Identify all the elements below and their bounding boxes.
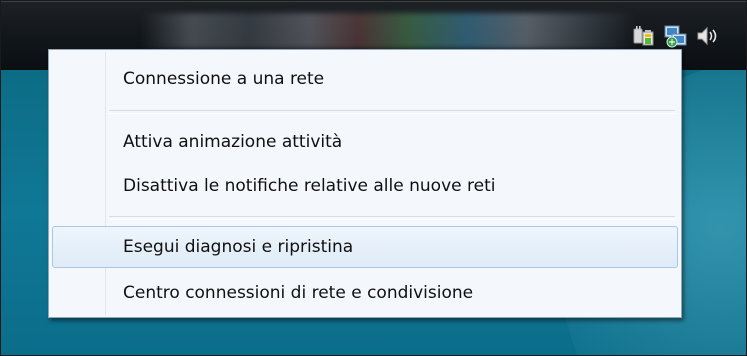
network-context-menu: Connessione a una rete Attiva animazione… bbox=[48, 49, 682, 318]
taskbar-blurred-programs bbox=[141, 13, 636, 49]
menu-item-label: Esegui diagnosi e ripristina bbox=[123, 237, 354, 257]
system-tray bbox=[631, 21, 721, 51]
screenshot-frame: Connessione a una rete Attiva animazione… bbox=[0, 0, 747, 356]
menu-item-network-sharing-center[interactable]: Centro connessioni di rete e condivision… bbox=[52, 276, 678, 310]
power-plug-icon[interactable] bbox=[631, 23, 657, 49]
volume-icon[interactable] bbox=[695, 23, 721, 49]
menu-item-connect-to-network[interactable]: Connessione a una rete bbox=[52, 62, 678, 96]
menu-separator bbox=[109, 216, 675, 220]
menu-item-disable-new-network-notifications[interactable]: Disattiva le notifiche relative alle nuo… bbox=[52, 169, 678, 203]
menu-item-label: Attiva animazione attività bbox=[123, 132, 343, 152]
menu-item-diagnose-and-repair[interactable]: Esegui diagnosi e ripristina bbox=[52, 226, 678, 268]
menu-item-label: Connessione a una rete bbox=[123, 69, 325, 89]
menu-separator bbox=[109, 110, 675, 114]
menu-item-enable-activity-animation[interactable]: Attiva animazione attività bbox=[52, 125, 678, 159]
menu-item-label: Centro connessioni di rete e condivision… bbox=[123, 283, 474, 303]
network-icon[interactable] bbox=[663, 23, 689, 49]
menu-item-label: Disattiva le notifiche relative alle nuo… bbox=[123, 176, 496, 196]
